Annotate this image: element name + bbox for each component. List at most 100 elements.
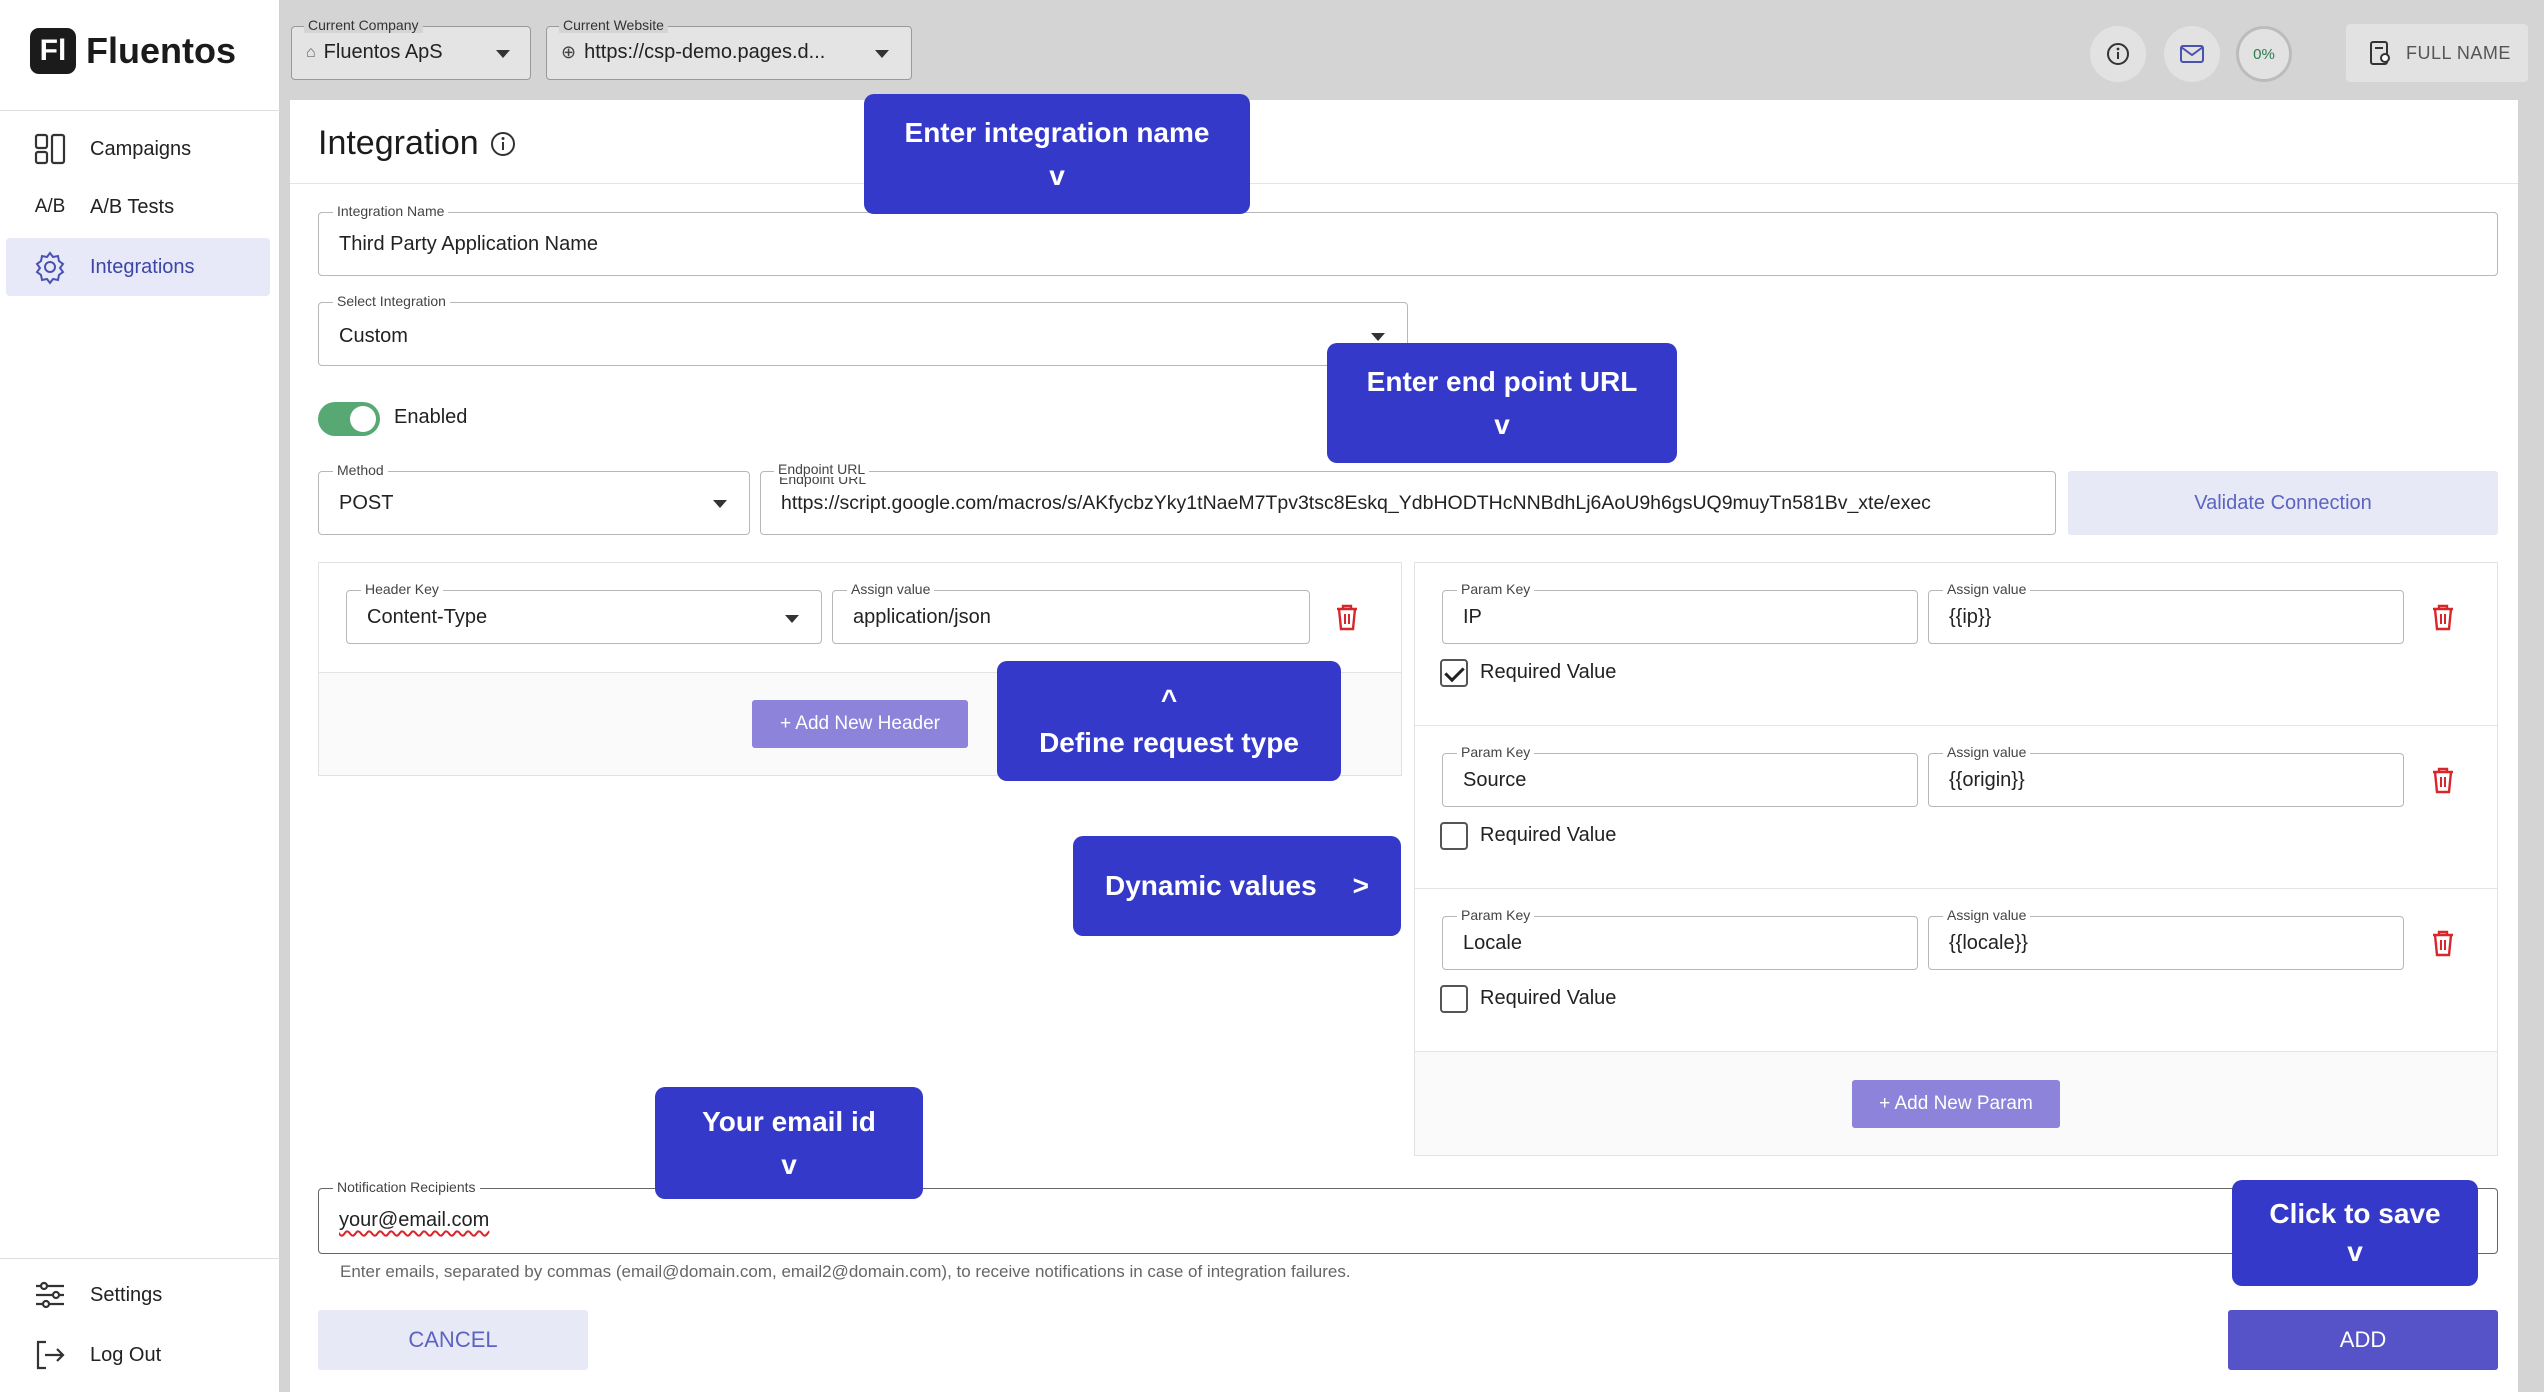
sidebar-item-label: Campaigns (90, 137, 192, 160)
add-button[interactable]: ADD (2228, 1310, 2498, 1370)
user-name: FULL NAME (2406, 42, 2511, 63)
param-key-label: Param Key (1457, 907, 1535, 923)
tooltip-text: Click to save (2269, 1198, 2441, 1230)
validate-connection-button[interactable]: Validate Connection (2068, 471, 2498, 535)
required-checkbox[interactable] (1440, 659, 1468, 687)
select-integration-field[interactable]: Select Integration Custom (318, 293, 1408, 366)
tooltip-arrow: > (1352, 870, 1370, 902)
header-value-input[interactable]: Assign value application/json (832, 581, 1310, 644)
param-key-value: IP (1463, 606, 1482, 628)
param-key-input[interactable]: Param Key Locale (1442, 907, 1918, 970)
param-value-label: Assign value (1943, 744, 2031, 760)
trash-icon[interactable] (2430, 928, 2456, 958)
notification-recipients-label: Notification Recipients (333, 1179, 480, 1195)
sidebar-item-label: A/B Tests (90, 195, 175, 218)
tooltip-text: Enter end point URL (1366, 365, 1638, 397)
notification-recipients-field[interactable]: Notification Recipients your@email.com (318, 1179, 2498, 1254)
trash-icon[interactable] (2430, 765, 2456, 795)
sidebar-item-ab-tests[interactable]: A/B A/B Tests (6, 178, 270, 236)
toggle-knob (350, 406, 376, 432)
globe-icon: ⊕ (561, 42, 577, 62)
tooltip-endpoint-url: Enter end point URL v (1327, 343, 1677, 463)
mail-icon (2180, 45, 2204, 63)
info-icon[interactable] (489, 130, 517, 158)
header-value-value: application/json (853, 606, 991, 628)
website-select-value: https://csp-demo.pages.d... (584, 41, 826, 63)
param-key-input[interactable]: Param Key Source (1442, 744, 1918, 807)
trash-icon[interactable] (2430, 602, 2456, 632)
endpoint-url-label-overlay: Endpoint URL (774, 461, 870, 477)
user-menu-button[interactable]: FULL NAME (2346, 24, 2528, 82)
required-checkbox[interactable] (1440, 985, 1468, 1013)
integration-name-label: Integration Name (333, 203, 449, 219)
sidebar-item-campaigns[interactable]: Campaigns (6, 120, 270, 178)
chevron-down-icon (496, 50, 510, 58)
progress-indicator: 0% (2236, 26, 2292, 82)
enabled-toggle[interactable] (318, 402, 380, 436)
info-button[interactable] (2090, 26, 2146, 82)
page-title: Integration (318, 124, 479, 162)
tooltip-arrow: ^ (1160, 683, 1178, 715)
sidebar-item-logout[interactable]: Log Out (6, 1326, 270, 1384)
param-value-label: Assign value (1943, 581, 2031, 597)
brand-logo[interactable]: Fl Fluentos (30, 26, 236, 76)
param-key-input[interactable]: Param Key IP (1442, 581, 1918, 644)
sidebar-item-label: Integrations (90, 255, 195, 278)
page-title-wrap: Integration (318, 124, 517, 163)
param-value-input[interactable]: Assign value {{ip}} (1928, 581, 2404, 644)
tooltip-integration-name: Enter integration name v (864, 94, 1250, 214)
sidebar-item-settings[interactable]: Settings (6, 1266, 270, 1324)
company-select-value: Fluentos ApS (323, 41, 443, 63)
method-select[interactable]: Method POST (318, 462, 750, 535)
param-value-value: {{locale}} (1949, 932, 2028, 954)
add-param-button[interactable]: + Add New Param (1852, 1080, 2060, 1128)
tooltip-text: Define request type (1039, 727, 1299, 758)
company-select[interactable]: Current Company ⌂ Fluentos ApS (291, 17, 531, 80)
add-header-button[interactable]: + Add New Header (752, 700, 968, 748)
required-label: Required Value (1480, 987, 1617, 1009)
tooltip-arrow: v (781, 1149, 797, 1180)
sidebar-divider (0, 110, 280, 111)
method-label: Method (333, 462, 388, 478)
tooltip-arrow: v (1049, 160, 1065, 191)
param-value-value: {{origin}} (1949, 769, 2025, 791)
param-key-value: Source (1463, 769, 1527, 791)
ab-icon-text: A/B (34, 196, 66, 217)
info-icon (2107, 43, 2129, 65)
tooltip-text: Dynamic values (1104, 870, 1317, 902)
building-icon: ⌂ (306, 43, 316, 61)
user-card-icon (2370, 41, 2390, 65)
tooltip-dynamic-values: Dynamic values > (1073, 836, 1401, 936)
sidebar-item-integrations[interactable]: Integrations (6, 238, 270, 296)
required-checkbox[interactable] (1440, 822, 1468, 850)
chevron-down-icon (785, 615, 799, 623)
method-value: POST (339, 492, 394, 514)
cancel-button[interactable]: CANCEL (318, 1310, 588, 1370)
endpoint-url-field[interactable]: Endpoint URL https://script.google.com/m… (760, 471, 2056, 535)
header-key-select[interactable]: Header Key Content-Type (346, 581, 822, 644)
integration-name-field[interactable]: Integration Name Third Party Application… (318, 203, 2498, 276)
sidebar-item-label: Log Out (90, 1343, 162, 1366)
website-select-value-wrap: ⊕ https://csp-demo.pages.d... (561, 41, 825, 64)
website-select[interactable]: Current Website ⊕ https://csp-demo.pages… (546, 17, 912, 80)
tooltip-arrow: v (2347, 1236, 2363, 1267)
ab-test-icon: A/B (6, 196, 90, 218)
param-key-label: Param Key (1457, 581, 1535, 597)
mail-button[interactable] (2164, 26, 2220, 82)
endpoint-url-value: https://script.google.com/macros/s/AKfyc… (781, 492, 1931, 514)
integration-name-value: Third Party Application Name (339, 233, 599, 255)
tooltip-request-type: ^ Define request type (997, 661, 1341, 781)
sidebar-divider (0, 1258, 280, 1259)
trash-icon[interactable] (1334, 602, 1360, 632)
logout-icon (6, 1337, 90, 1373)
tooltip-save: Click to save v (2232, 1180, 2478, 1286)
header-value-label: Assign value (847, 581, 935, 597)
param-value-input[interactable]: Assign value {{origin}} (1928, 744, 2404, 807)
param-key-label: Param Key (1457, 744, 1535, 760)
chevron-down-icon (713, 500, 727, 508)
title-bar (290, 100, 2518, 184)
param-value-input[interactable]: Assign value {{locale}} (1928, 907, 2404, 970)
company-select-label: Current Company (304, 17, 423, 33)
tooltip-arrow: v (1494, 409, 1510, 440)
header-key-value: Content-Type (367, 606, 488, 628)
